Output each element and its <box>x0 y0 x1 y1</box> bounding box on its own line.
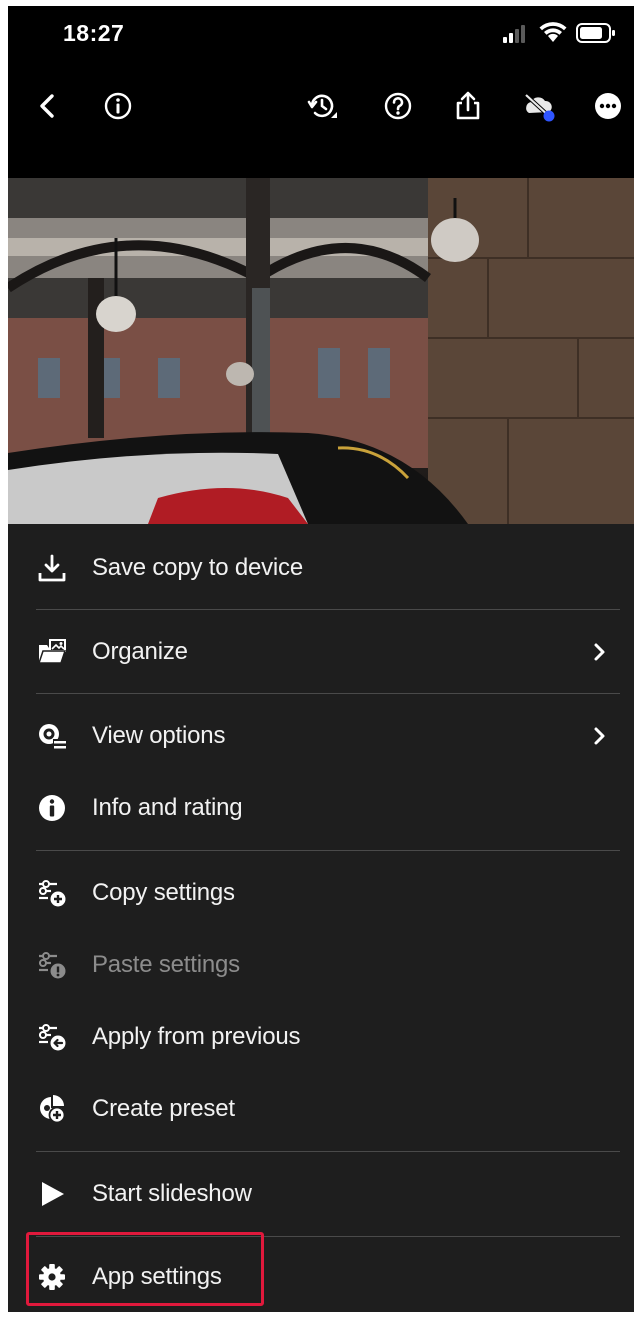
more-options-menu: Save copy to device Organize View option… <box>8 524 634 1312</box>
divider <box>36 609 620 610</box>
phone-screen: 18:27 Save copy to device Organize View … <box>8 6 634 1312</box>
menu-label: Info and rating <box>92 794 243 821</box>
menu-item-view-options[interactable]: View options <box>8 700 634 772</box>
menu-item-info-rating[interactable]: Info and rating <box>8 772 634 844</box>
folder-icon <box>36 636 68 668</box>
gear-icon <box>36 1261 68 1293</box>
menu-item-create-preset[interactable]: Create preset <box>8 1073 634 1145</box>
divider <box>36 693 620 694</box>
copy-settings-icon <box>36 877 68 909</box>
menu-label: Create preset <box>92 1095 235 1122</box>
menu-item-organize[interactable]: Organize <box>8 616 634 688</box>
menu-item-apply-previous[interactable]: Apply from previous <box>8 1001 634 1073</box>
history-icon[interactable] <box>302 86 342 126</box>
help-icon[interactable] <box>378 86 418 126</box>
menu-item-paste-settings[interactable]: Paste settings <box>8 929 634 1001</box>
chevron-right-icon <box>594 643 605 661</box>
menu-item-start-slideshow[interactable]: Start slideshow <box>8 1158 634 1230</box>
status-bar: 18:27 <box>8 6 634 64</box>
divider <box>36 1151 620 1152</box>
info-filled-icon <box>36 792 68 824</box>
menu-label: App settings <box>92 1263 222 1290</box>
menu-label: Apply from previous <box>92 1023 301 1050</box>
view-options-icon <box>36 720 68 752</box>
cloud-off-icon[interactable] <box>518 86 558 126</box>
menu-label: Save copy to device <box>92 554 303 581</box>
play-icon <box>36 1178 68 1210</box>
status-time: 18:27 <box>63 20 125 46</box>
share-icon[interactable] <box>448 86 488 126</box>
menu-label: Copy settings <box>92 879 235 906</box>
divider <box>36 850 620 851</box>
menu-item-app-settings[interactable]: App settings <box>8 1241 634 1312</box>
wifi-icon <box>539 22 567 42</box>
menu-label: Paste settings <box>92 951 240 978</box>
divider <box>36 1236 620 1237</box>
download-icon <box>36 552 68 584</box>
photo-preview <box>8 178 634 524</box>
chevron-right-icon <box>594 727 605 745</box>
battery-icon <box>576 23 615 43</box>
info-icon[interactable] <box>98 86 138 126</box>
paste-settings-icon <box>36 949 68 981</box>
more-icon[interactable] <box>588 86 628 126</box>
apply-previous-icon <box>36 1021 68 1053</box>
menu-item-copy-settings[interactable]: Copy settings <box>8 857 634 929</box>
menu-label: View options <box>92 722 226 749</box>
menu-item-save-copy[interactable]: Save copy to device <box>8 532 634 604</box>
menu-label: Organize <box>92 638 188 665</box>
create-preset-icon <box>36 1093 68 1125</box>
back-icon[interactable] <box>28 86 68 126</box>
photo-toolbar <box>8 76 634 136</box>
signal-icon <box>503 25 525 43</box>
menu-label: Start slideshow <box>92 1180 252 1207</box>
